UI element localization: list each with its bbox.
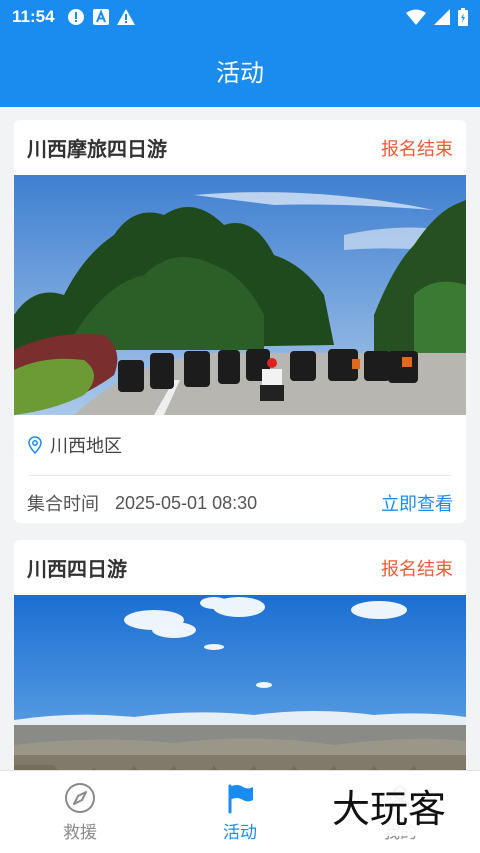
- alert-circle-icon: [67, 8, 84, 25]
- location-pin-icon: [28, 436, 42, 454]
- watermark-logo: 大玩客: [316, 780, 462, 836]
- tab-label: 救援: [63, 822, 97, 843]
- meet-time-label: 集合时间: [27, 494, 99, 515]
- page-title: 活动: [216, 58, 264, 87]
- activity-photo[interactable]: [14, 595, 466, 770]
- battery-icon: [458, 7, 468, 26]
- view-now-link[interactable]: 立即查看: [381, 490, 453, 516]
- registration-status: 报名结束: [381, 138, 453, 160]
- activity-card[interactable]: 川西四日游 报名结束: [14, 540, 466, 770]
- activity-title: 川西摩旅四日游: [27, 137, 167, 161]
- watermark-text: 大玩客: [332, 787, 446, 831]
- a-badge-icon: [92, 8, 109, 25]
- warning-icon: [116, 8, 135, 25]
- card-header: 川西摩旅四日游 报名结束: [14, 120, 466, 175]
- app-bar: 活动: [0, 33, 480, 107]
- activity-card[interactable]: 川西摩旅四日游 报名结束 川西地区 集合时间 2025-05-01 08:30 …: [14, 120, 466, 523]
- location-text: 川西地区: [50, 436, 122, 457]
- meet-row: 集合时间 2025-05-01 08:30 立即查看: [14, 476, 466, 523]
- location-row: 川西地区: [14, 415, 466, 475]
- card-header: 川西四日游 报名结束: [14, 540, 466, 595]
- status-bar: 11:54: [0, 0, 480, 33]
- status-time: 11:54: [12, 6, 55, 26]
- tab-rescue[interactable]: 救援: [0, 771, 160, 853]
- signal-icon: [434, 8, 450, 25]
- flag-icon: [228, 784, 253, 813]
- compass-icon: [65, 782, 95, 813]
- tab-label: 活动: [223, 822, 257, 843]
- wifi-icon: [406, 9, 426, 25]
- activity-photo[interactable]: [14, 175, 466, 415]
- tab-activity[interactable]: 活动: [160, 771, 320, 853]
- registration-status: 报名结束: [381, 558, 453, 580]
- activity-title: 川西四日游: [27, 557, 127, 581]
- activity-list[interactable]: 川西摩旅四日游 报名结束 川西地区 集合时间 2025-05-01 08:30 …: [0, 107, 480, 770]
- meet-time-value: 2025-05-01 08:30: [115, 492, 258, 513]
